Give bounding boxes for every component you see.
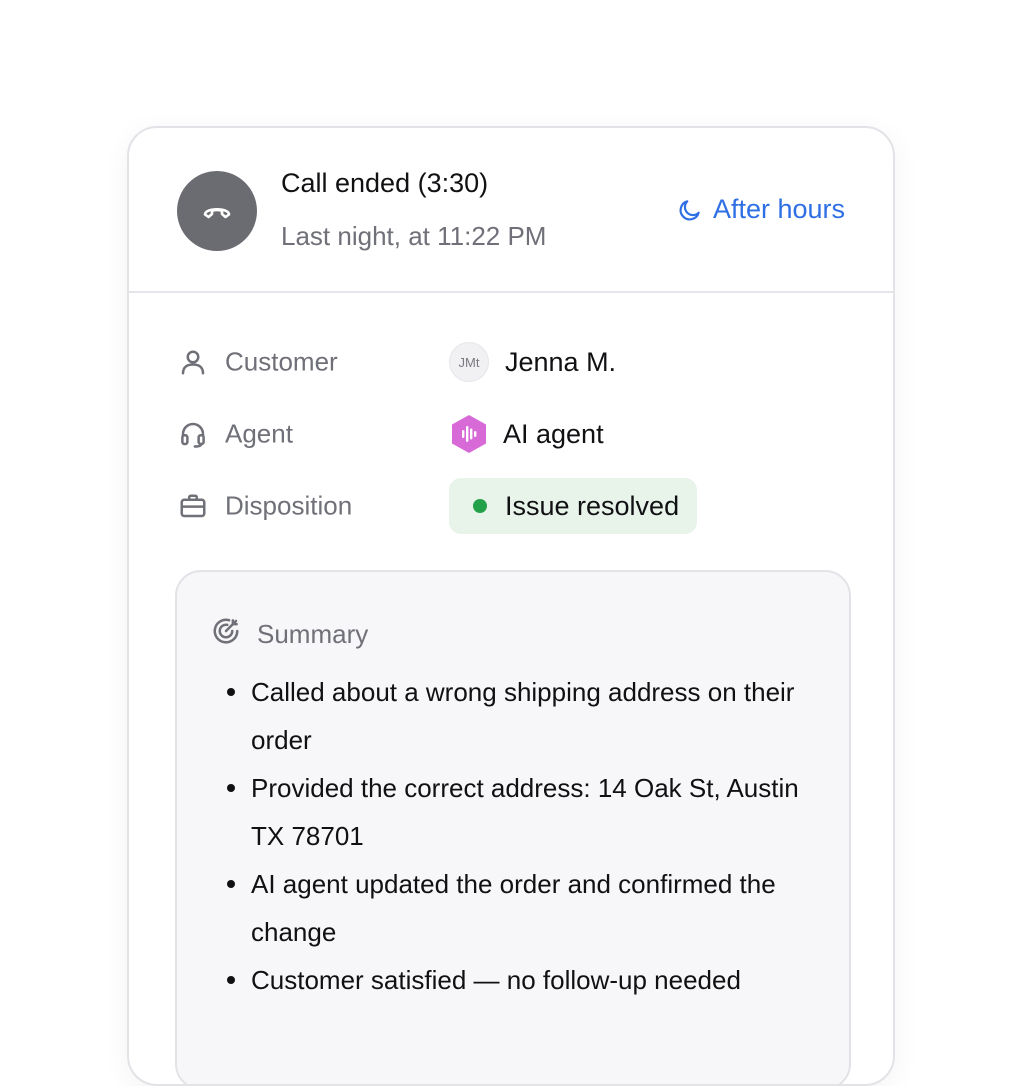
agent-row: Agent AI agent <box>177 406 849 462</box>
summary-item: Customer satisfied — no follow-up needed <box>227 956 831 1004</box>
summary-item: Provided the correct address: 14 Oak St,… <box>227 764 831 860</box>
moon-icon <box>677 197 703 223</box>
disposition-value[interactable]: Issue resolved <box>449 478 698 534</box>
summary-title: Summary <box>257 619 369 649</box>
call-header: Call ended (3:30) Last night, at 11:22 P… <box>129 128 893 293</box>
call-summary-card: Call ended (3:30) Last night, at 11:22 P… <box>127 126 895 1086</box>
customer-name: Jenna M. <box>505 346 617 377</box>
agent-value[interactable]: AI agent <box>449 414 604 454</box>
status-dot <box>473 499 487 513</box>
customer-row: Customer JMt Jenna M. <box>177 334 849 390</box>
status-badge: Issue resolved <box>449 478 698 534</box>
disposition-row: Disposition Issue resolved <box>177 478 849 534</box>
summary-list: Called about a wrong shipping address on… <box>227 668 831 1004</box>
summary-item: Called about a wrong shipping address on… <box>227 668 831 764</box>
customer-value[interactable]: JMt Jenna M. <box>449 342 616 382</box>
target-icon <box>211 616 241 653</box>
after-hours-label: After hours <box>712 194 845 224</box>
disposition-label: Disposition <box>225 490 353 521</box>
customer-label: Customer <box>225 346 338 377</box>
user-icon <box>177 346 209 378</box>
hangup-phone-icon <box>177 171 257 251</box>
call-status-title: Call ended (3:30) <box>281 168 489 198</box>
after-hours-button[interactable]: After hours <box>677 194 845 225</box>
headset-icon <box>177 418 209 450</box>
summary-header: Summary <box>211 616 368 653</box>
status-badge-label: Issue resolved <box>505 490 680 521</box>
ai-agent-icon <box>449 414 489 454</box>
summary-item: AI agent updated the order and confirmed… <box>227 860 831 956</box>
briefcase-icon <box>177 490 209 522</box>
agent-name: AI agent <box>503 418 604 449</box>
agent-label: Agent <box>225 418 293 449</box>
summary-panel: Summary Called about a wrong shipping ad… <box>175 570 851 1084</box>
call-timestamp: Last night, at 11:22 PM <box>281 221 547 251</box>
avatar: JMt <box>449 342 489 382</box>
